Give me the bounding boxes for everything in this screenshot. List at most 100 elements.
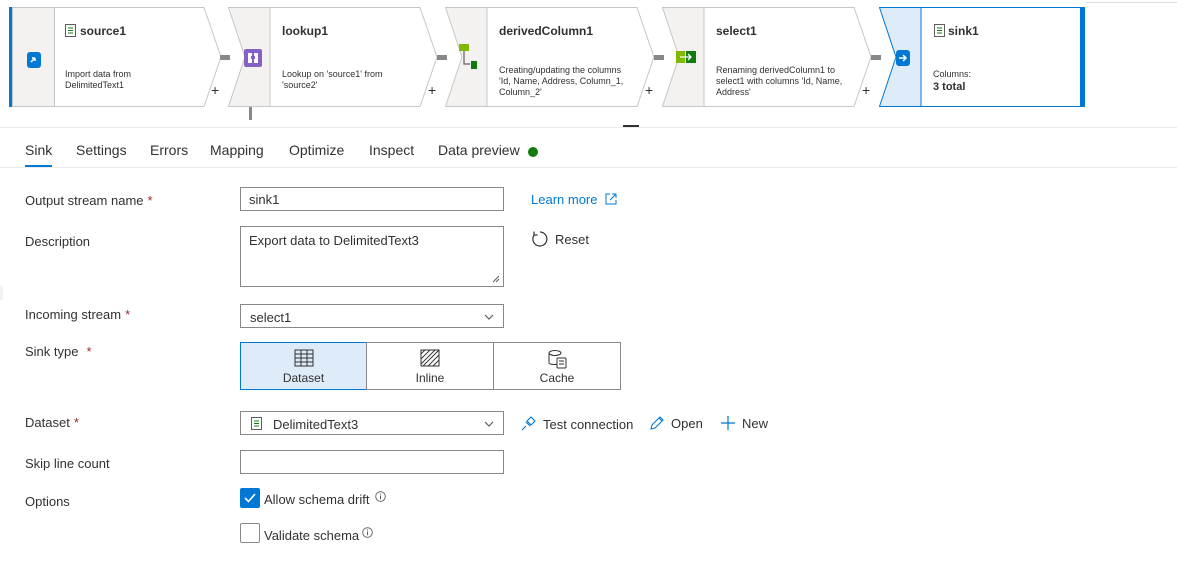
selection-accent-right	[1080, 7, 1085, 107]
info-icon[interactable]	[375, 491, 386, 502]
sink-type-label: Sink type *	[25, 344, 92, 359]
resize-grip-icon[interactable]	[492, 275, 500, 283]
desc-line: 'source2'	[282, 80, 318, 90]
derived-column-icon	[459, 44, 477, 69]
sink-type-label-cache: Cache	[539, 371, 575, 385]
node-description: Lookup on 'source1' from 'source2'	[282, 69, 383, 91]
tab-mapping[interactable]: Mapping	[210, 142, 264, 158]
desc-line: Address'	[716, 87, 751, 97]
node-title: select1	[716, 24, 757, 38]
allow-schema-drift-checkbox[interactable]	[240, 488, 260, 508]
incoming-stream-dropdown[interactable]: select1	[240, 304, 504, 328]
tab-sink[interactable]: Sink	[25, 142, 52, 158]
reset-icon	[532, 231, 548, 247]
canvas-top-line	[1086, 2, 1177, 3]
add-transform-button[interactable]: +	[211, 82, 219, 98]
node-derivedColumn1[interactable]: derivedColumn1 Creating/updating the col…	[445, 7, 655, 107]
node-title: source1	[80, 24, 127, 38]
reset-button[interactable]: Reset	[531, 230, 589, 248]
node-description: Creating/updating the columns 'Id, Name,…	[499, 65, 623, 98]
add-transform-button[interactable]: +	[862, 82, 870, 98]
dataset-value: DelimitedText3	[273, 417, 359, 432]
learn-more-label: Learn more	[531, 192, 598, 207]
sink-type-dataset[interactable]: Dataset	[240, 342, 367, 390]
description-textarea[interactable]: Export data to DelimitedText3	[240, 226, 504, 287]
incoming-stream-value: select1	[250, 310, 292, 325]
chevron-down-icon	[484, 421, 494, 427]
tab-inspect[interactable]: Inspect	[369, 142, 414, 158]
reset-label: Reset	[555, 232, 589, 247]
chevron-down-icon	[484, 314, 494, 320]
desc-line: 'Id, Name, Address, Column_1,	[499, 76, 624, 86]
tab-settings[interactable]: Settings	[76, 142, 127, 158]
settings-tab-bar: Sink Settings Errors Mapping Optimize In…	[0, 128, 1177, 168]
dataset-file-icon	[934, 24, 945, 37]
required-mark: *	[86, 344, 92, 359]
node-lookup1[interactable]: lookup1 Lookup on 'source1' from 'source…	[228, 7, 438, 107]
test-connection-label: Test connection	[543, 417, 634, 432]
sink-type-inline[interactable]: Inline	[366, 342, 494, 390]
validate-schema-checkbox[interactable]	[240, 523, 260, 543]
node-title: derivedColumn1	[499, 24, 594, 38]
data-preview-status-dot	[528, 147, 538, 157]
node-source1[interactable]: source1 Import data from DelimitedText1	[12, 7, 222, 107]
desc-line: Creating/updating the columns	[499, 65, 622, 75]
lookup-secondary-stream-line	[249, 107, 252, 120]
external-link-icon	[605, 193, 617, 205]
node-description: Columns: 3 total	[933, 69, 971, 93]
source-icon	[27, 52, 41, 68]
desc-line: select1 with columns 'Id, Name,	[716, 76, 843, 86]
skip-line-count-input[interactable]	[240, 450, 504, 474]
node-title: lookup1	[282, 24, 329, 38]
sink-type-label-inline: Inline	[415, 371, 445, 385]
new-button[interactable]: New	[720, 415, 768, 431]
skip-line-count-label: Skip line count	[25, 456, 110, 471]
add-transform-button[interactable]: +	[428, 82, 436, 98]
info-icon[interactable]	[362, 527, 373, 538]
source-node-iconbox	[12, 7, 54, 107]
output-stream-label: Output stream name *	[25, 193, 153, 208]
open-label: Open	[671, 416, 703, 431]
desc-line: Renaming derivedColumn1 to	[716, 65, 836, 75]
validate-schema-label: Validate schema	[264, 528, 360, 543]
select-icon	[676, 51, 696, 63]
sink-type-label-dataset: Dataset	[282, 371, 325, 385]
checkmark-icon	[244, 493, 256, 503]
column-count: 3 total	[933, 81, 966, 93]
dataset-file-icon	[251, 417, 262, 430]
node-sink1[interactable]: sink1 Columns: 3 total	[879, 7, 1085, 107]
dataset-dropdown[interactable]: DelimitedText3	[240, 411, 504, 435]
add-transform-button[interactable]: +	[645, 82, 653, 98]
desc-line: DelimitedText1	[65, 80, 125, 90]
open-button[interactable]: Open	[649, 415, 703, 431]
allow-schema-drift-label: Allow schema drift	[264, 492, 370, 507]
tab-errors[interactable]: Errors	[150, 142, 188, 158]
node-select1[interactable]: select1 Renaming derivedColumn1 to selec…	[662, 7, 872, 107]
sink-icon	[896, 50, 910, 66]
desc-line: Columns:	[933, 69, 972, 79]
cache-icon	[548, 350, 567, 369]
description-text: Export data to DelimitedText3	[249, 233, 419, 248]
pencil-icon	[650, 416, 664, 430]
sink-type-cache[interactable]: Cache	[493, 342, 621, 390]
description-label: Description	[25, 234, 91, 249]
plug-icon	[521, 416, 536, 431]
dataset-label: Dataset *	[25, 415, 79, 430]
desc-line: Lookup on 'source1' from	[282, 69, 383, 79]
table-icon	[294, 349, 313, 367]
tab-data-preview[interactable]: Data preview	[438, 142, 520, 158]
plus-icon	[721, 416, 735, 430]
active-tab-indicator	[25, 165, 52, 167]
node-description: Renaming derivedColumn1 to select1 with …	[716, 65, 842, 98]
test-connection-button[interactable]: Test connection	[520, 415, 633, 432]
node-title: sink1	[948, 24, 979, 38]
tab-optimize[interactable]: Optimize	[289, 142, 344, 158]
node-description: Import data from DelimitedText1	[65, 69, 131, 91]
output-stream-input[interactable]: sink1	[240, 187, 504, 211]
required-mark: *	[147, 193, 153, 208]
inline-hatch-icon	[420, 349, 440, 367]
learn-more-link[interactable]: Learn more	[531, 192, 617, 207]
lookup-icon	[244, 49, 262, 67]
new-label: New	[742, 416, 769, 431]
left-edge-marker	[0, 286, 3, 300]
